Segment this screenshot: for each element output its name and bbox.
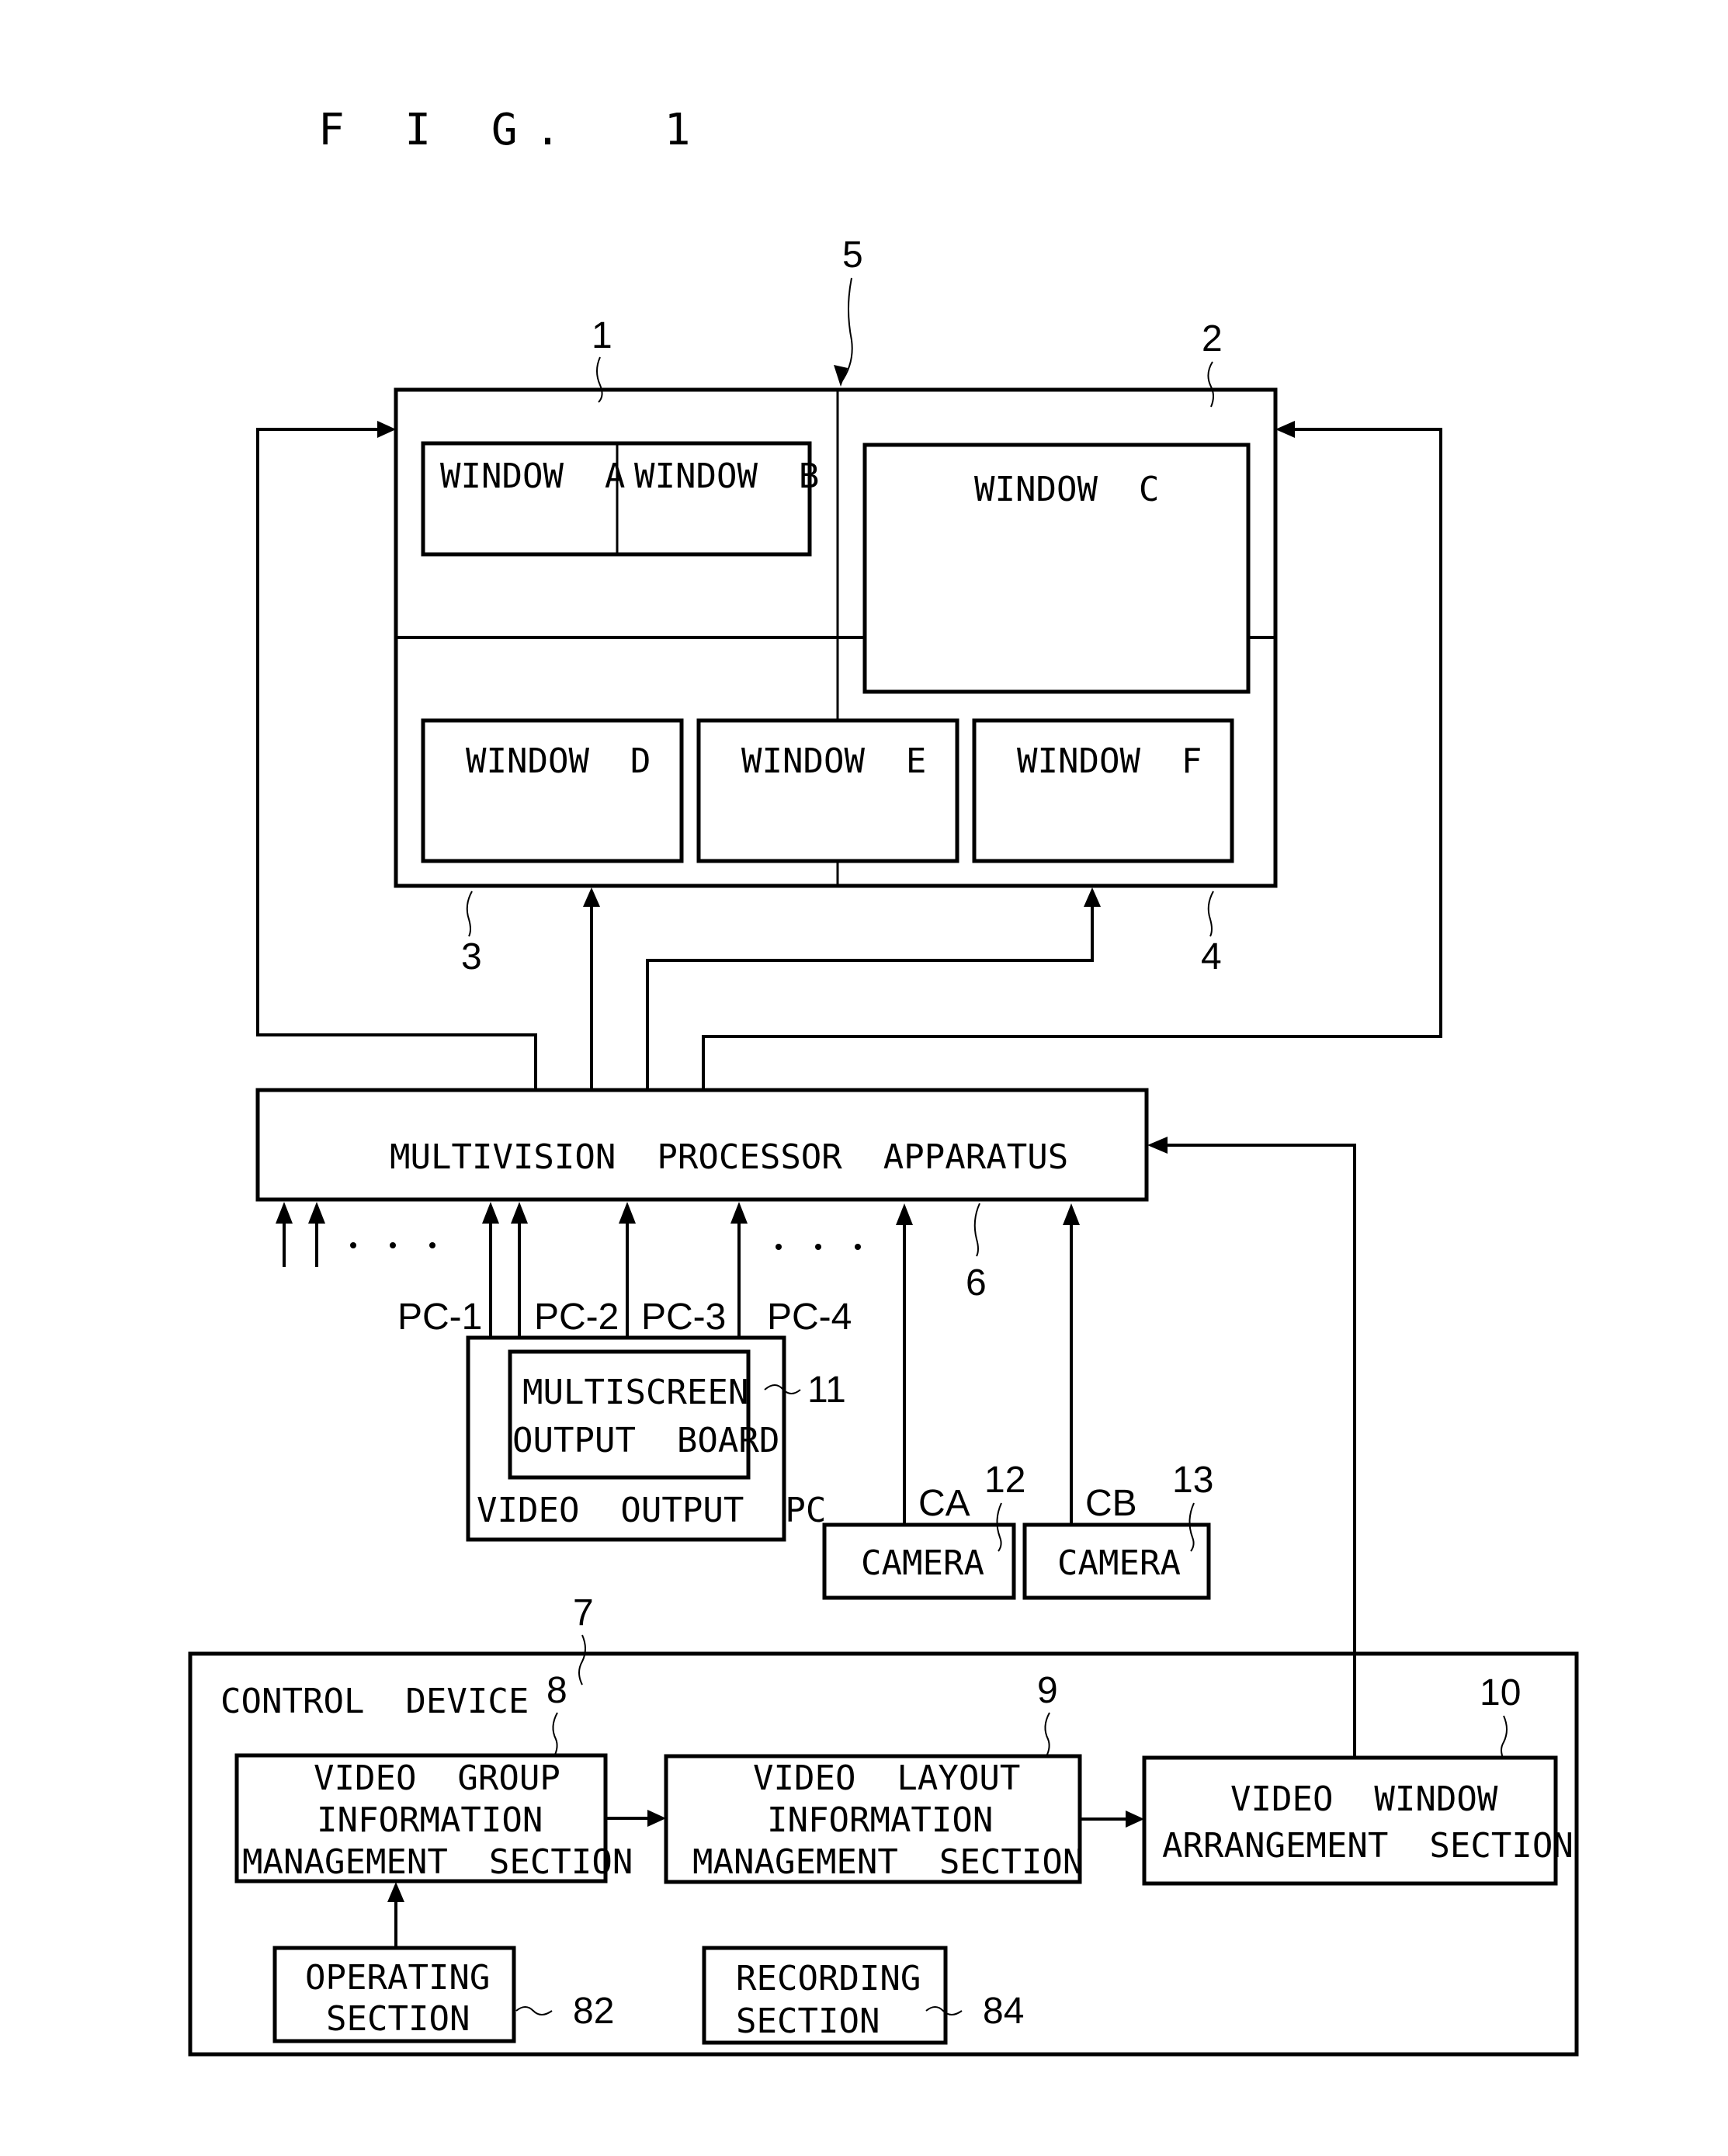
arrow-screen-1-icon <box>377 421 396 438</box>
leader-screen-4 <box>1207 891 1214 937</box>
board-label-line2: OUTPUT BOARD <box>512 1421 779 1460</box>
pc-1-arrow-icon <box>482 1202 499 1224</box>
ellipsis-dot <box>855 1244 861 1250</box>
video-group-line1: VIDEO GROUP <box>314 1758 560 1798</box>
leader-screen-3 <box>466 891 473 937</box>
camera-b-signal-label: CB <box>1085 1483 1137 1524</box>
video-layout-line2: INFORMATION <box>767 1800 993 1840</box>
camera-b-arrow-icon <box>1063 1203 1080 1225</box>
processor-label: MULTIVISION PROCESSOR APPARATUS <box>390 1137 1068 1177</box>
camera-a-signal-label: CA <box>918 1483 970 1524</box>
ref-screen-2: 2 <box>1202 318 1223 359</box>
ref-control-device-7: 7 <box>573 1592 594 1633</box>
pc-2-arrow-icon <box>511 1202 528 1224</box>
board-label-line1: MULTISCREEN <box>522 1373 748 1412</box>
ellipsis-dot <box>815 1244 821 1250</box>
multiscreen-display: WINDOW A WINDOW B WINDOW C WINDOW D WIND… <box>394 234 1278 977</box>
ellipsis-dot <box>776 1244 782 1250</box>
arrow-screen-2-icon <box>1275 421 1295 438</box>
camera-a: CAMERA CA 12 <box>822 1460 1025 1600</box>
input-arrow-extra-1-icon <box>276 1202 293 1224</box>
camera-b: CAMERA CB 13 <box>1022 1460 1213 1600</box>
arrow-control-to-processor-icon <box>1147 1137 1168 1154</box>
pc-3-arrow-icon <box>619 1202 636 1224</box>
feed-line-screen-4 <box>646 904 1094 1090</box>
window-c-label: WINDOW C <box>974 470 1159 509</box>
ref-video-group-8: 8 <box>547 1670 567 1711</box>
video-group-line3: MANAGEMENT SECTION <box>242 1842 633 1882</box>
pc-1-label: PC-1 <box>397 1297 482 1338</box>
ref-multiscreen-5: 5 <box>842 234 863 276</box>
video-output-pc: MULTISCREEN OUTPUT BOARD VIDEO OUTPUT PC… <box>466 1335 846 1542</box>
input-arrow-extra-2-icon <box>308 1202 325 1224</box>
ref-video-window-10: 10 <box>1480 1672 1521 1713</box>
recording-line1: RECORDING <box>736 1959 921 1998</box>
pc-4-arrow-icon <box>730 1202 748 1224</box>
video-window-line2: ARRANGEMENT SECTION <box>1162 1826 1574 1866</box>
pc-4-label: PC-4 <box>767 1297 852 1338</box>
ref-recording-84: 84 <box>983 1991 1024 2032</box>
video-group-line2: INFORMATION <box>317 1800 543 1840</box>
window-b-label: WINDOW B <box>634 457 819 496</box>
pc-3-label: PC-3 <box>641 1297 726 1338</box>
fig1-diagram: F I G. 1 WINDOW A WINDOW B WINDOW C WIND… <box>188 105 1579 2057</box>
arrow-screen-3-icon <box>583 887 600 907</box>
video-layout-line3: MANAGEMENT SECTION <box>692 1842 1083 1882</box>
ellipsis-dot <box>429 1242 435 1248</box>
ref-camera-12: 12 <box>984 1460 1025 1501</box>
ref-operating-82: 82 <box>573 1991 614 2032</box>
ellipsis-dot <box>390 1242 396 1248</box>
figure-title: F I G. 1 <box>318 105 707 155</box>
video-layout-line1: VIDEO LAYOUT <box>753 1758 1020 1798</box>
video-window-line1: VIDEO WINDOW <box>1230 1779 1498 1819</box>
camera-b-label: CAMERA <box>1057 1543 1181 1583</box>
leader-processor-6 <box>973 1203 980 1257</box>
recording-line2: SECTION <box>736 2002 880 2041</box>
ref-screen-3: 3 <box>461 936 482 977</box>
video-output-pc-label: VIDEO OUTPUT PC <box>477 1491 826 1530</box>
operating-line2: SECTION <box>326 1999 470 2039</box>
control-device: CONTROL DEVICE 7 VIDEO GROUP INFORMATION… <box>188 1592 1579 2057</box>
ref-processor-6: 6 <box>966 1262 987 1304</box>
ref-video-layout-9: 9 <box>1037 1670 1058 1711</box>
ref-board-11: 11 <box>807 1370 846 1411</box>
window-e-label: WINDOW E <box>741 741 926 781</box>
control-device-label: CONTROL DEVICE <box>220 1682 529 1721</box>
window-d-label: WINDOW D <box>466 741 651 781</box>
ellipsis-dot <box>350 1242 356 1248</box>
multivision-processor: MULTIVISION PROCESSOR APPARATUS 6 <box>255 1088 1149 1304</box>
window-f-label: WINDOW F <box>1017 741 1202 781</box>
camera-a-arrow-icon <box>896 1203 913 1225</box>
ref-camera-13: 13 <box>1172 1460 1213 1501</box>
ref-screen-4: 4 <box>1201 936 1222 977</box>
ref-screen-1: 1 <box>592 315 612 356</box>
window-a-label: WINDOW A <box>440 457 625 496</box>
camera-a-label: CAMERA <box>861 1543 984 1583</box>
operating-line1: OPERATING <box>305 1958 490 1998</box>
pc-2-label: PC-2 <box>534 1297 619 1338</box>
arrow-screen-4-icon <box>1084 887 1101 907</box>
